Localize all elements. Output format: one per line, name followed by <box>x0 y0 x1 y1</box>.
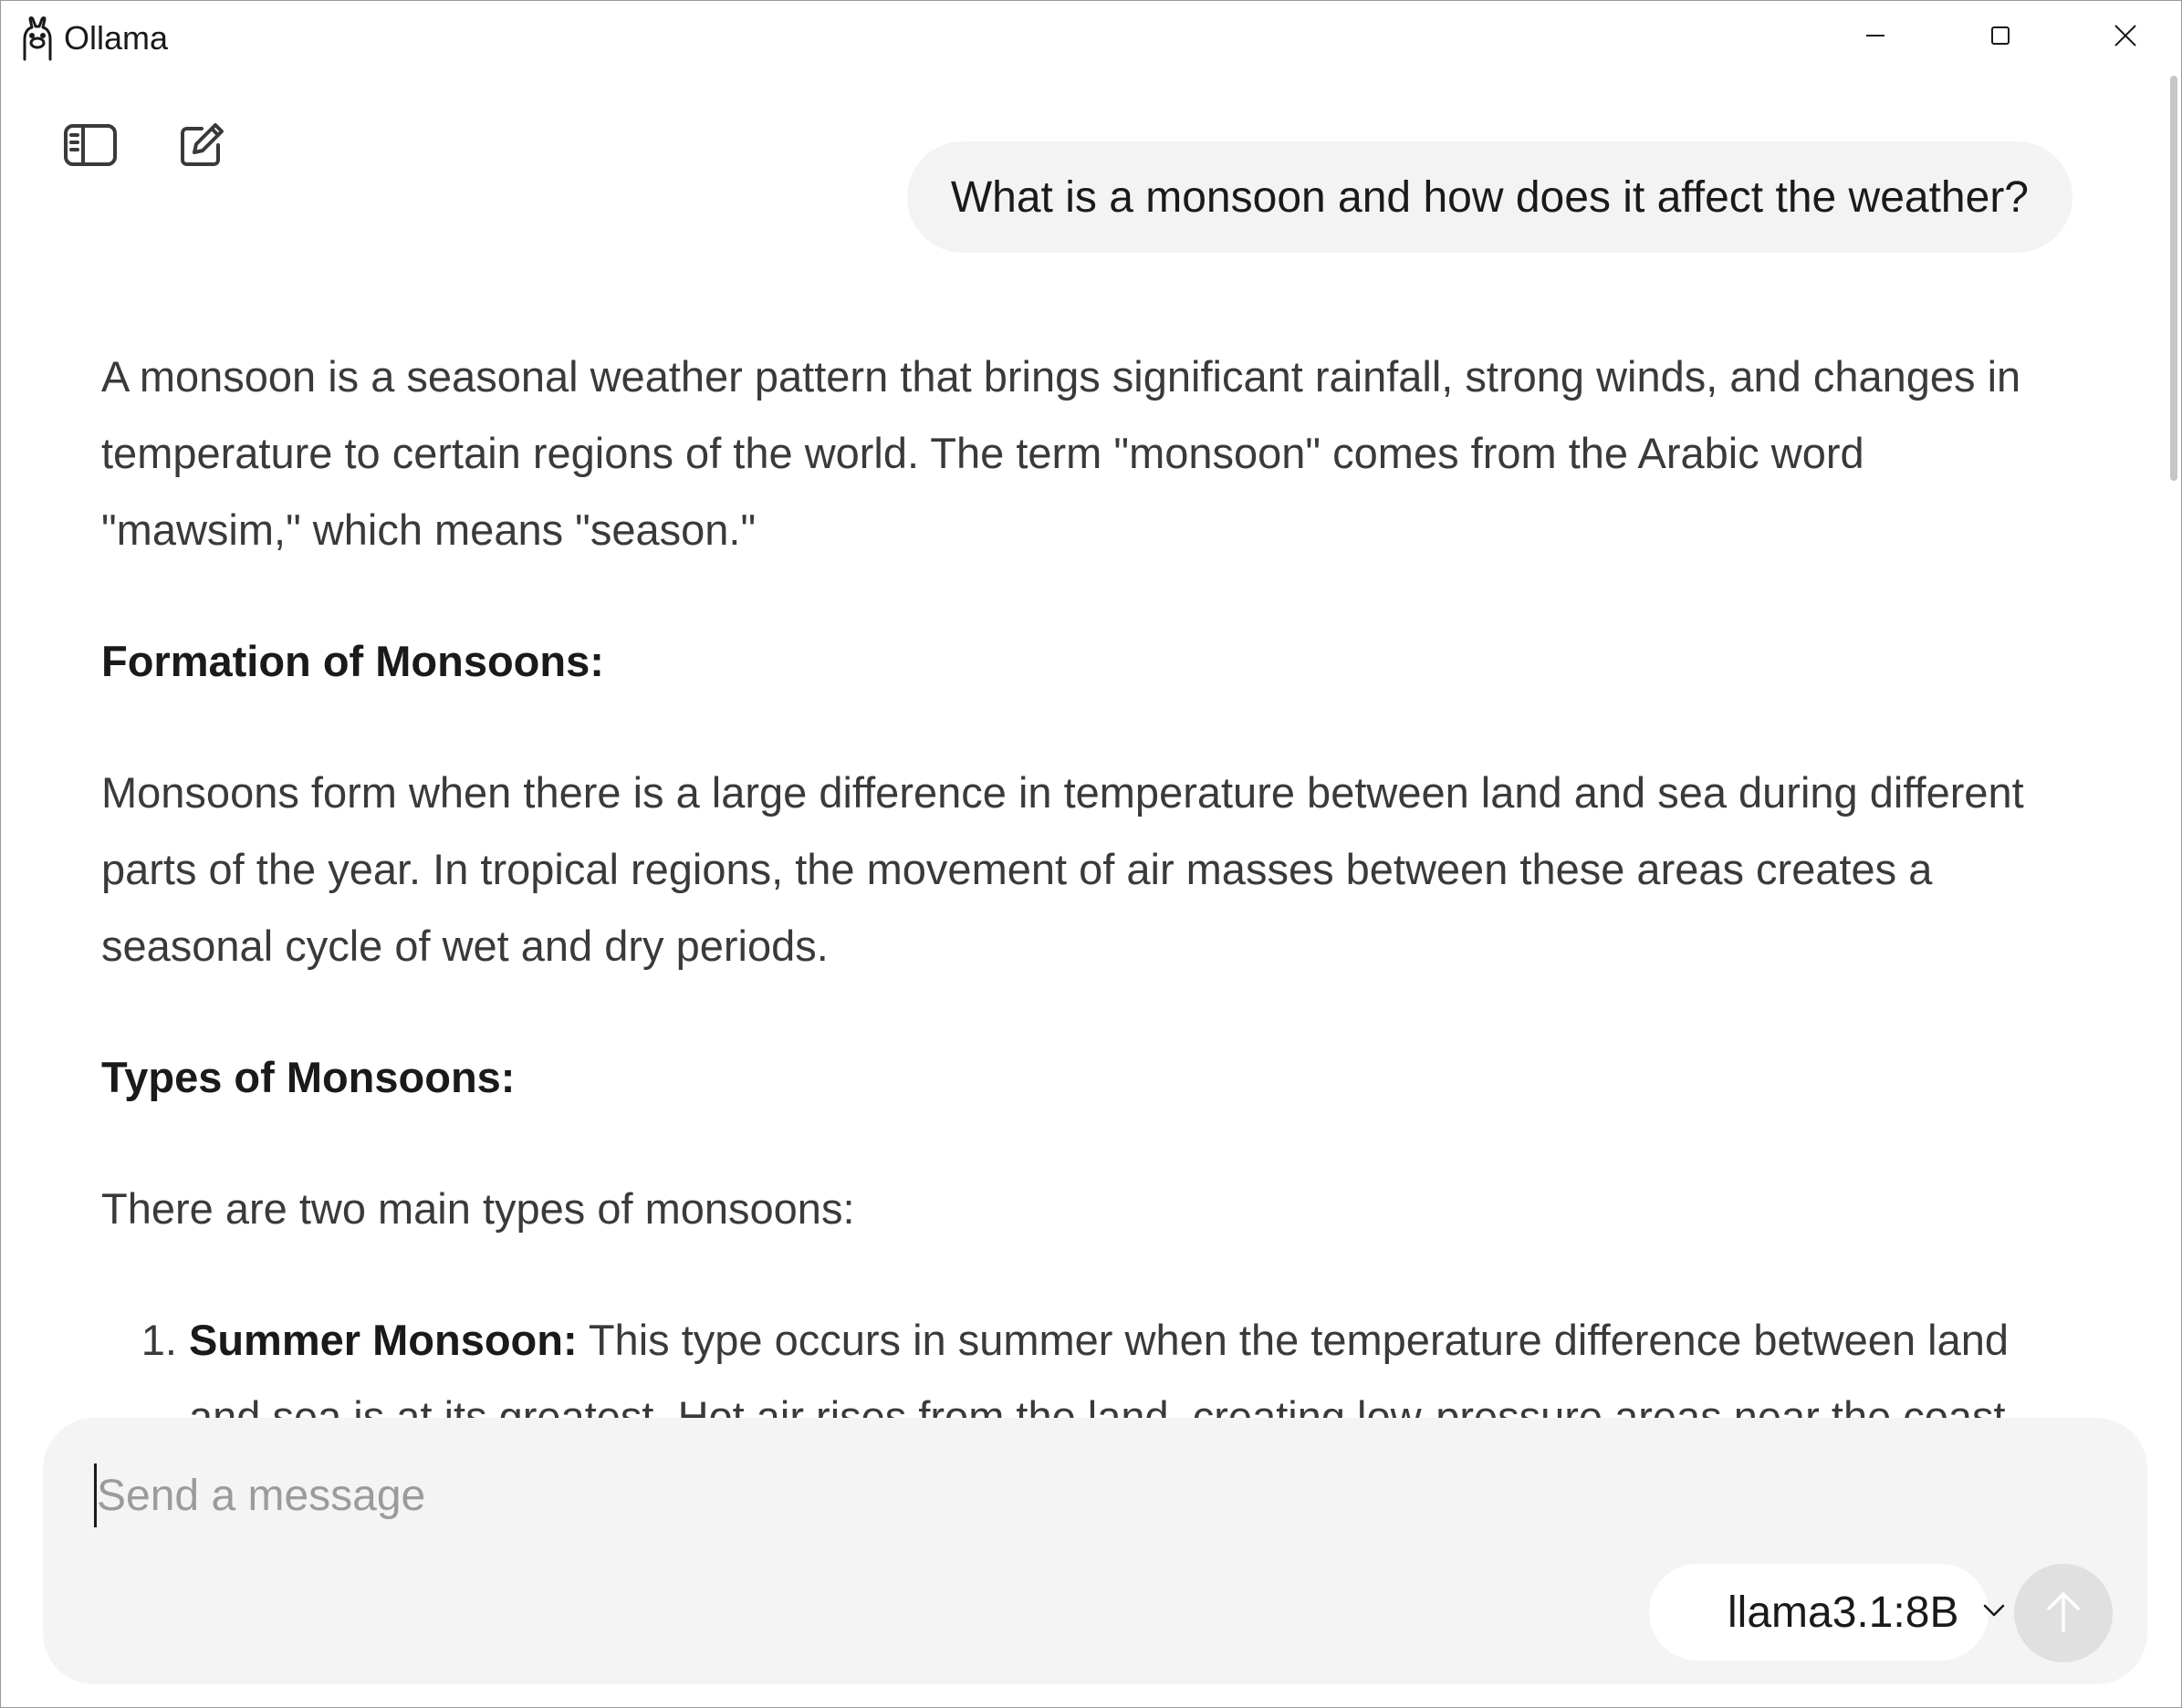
monsoon-types-list: Summer Monsoon: This type occurs in summ… <box>101 1302 2072 1421</box>
message-composer: llama3.1:8B <box>43 1418 2147 1684</box>
heading-types: Types of Monsoons: <box>101 1053 516 1101</box>
ollama-logo-icon <box>17 16 57 61</box>
user-message-bubble: What is a monsoon and how does it affect… <box>906 141 2072 253</box>
minimize-icon <box>1864 25 1886 51</box>
app-window: Ollama What is a monsoon and how does it… <box>0 0 2182 1708</box>
heading-formation: Formation of Monsoons: <box>101 637 604 685</box>
message-input[interactable] <box>94 1463 2013 1527</box>
assistant-response: A monsoon is a seasonal weather pattern … <box>101 338 2072 1421</box>
list-item: Summer Monsoon: This type occurs in summ… <box>189 1302 2072 1421</box>
model-selector-label: llama3.1:8B <box>1728 1588 1959 1637</box>
maximize-icon <box>1989 25 2011 51</box>
window-title: Ollama <box>64 19 169 57</box>
minimize-button[interactable] <box>1812 1 1937 74</box>
types-intro: There are two main types of monsoons: <box>101 1184 855 1233</box>
title-bar[interactable]: Ollama <box>1 1 2181 76</box>
maximize-button[interactable] <box>1937 1 2062 74</box>
model-selector[interactable]: llama3.1:8B <box>1649 1564 2005 1661</box>
chevron-down-icon <box>1982 1603 2006 1622</box>
close-icon <box>2114 24 2137 52</box>
chat-scrollbar[interactable] <box>2168 74 2177 1406</box>
scrollbar-thumb[interactable] <box>2170 76 2177 481</box>
response-intro: A monsoon is a seasonal weather pattern … <box>101 352 2021 554</box>
list-item-title: Summer Monsoon: <box>189 1316 578 1364</box>
send-button[interactable] <box>2014 1564 2113 1662</box>
arrow-up-icon <box>2043 1588 2083 1639</box>
user-message-text: What is a monsoon and how does it affect… <box>950 172 2029 222</box>
formation-paragraph: Monsoons form when there is a large diff… <box>101 768 2024 970</box>
chat-area: What is a monsoon and how does it affect… <box>1 74 2164 1421</box>
close-button[interactable] <box>2062 1 2181 74</box>
